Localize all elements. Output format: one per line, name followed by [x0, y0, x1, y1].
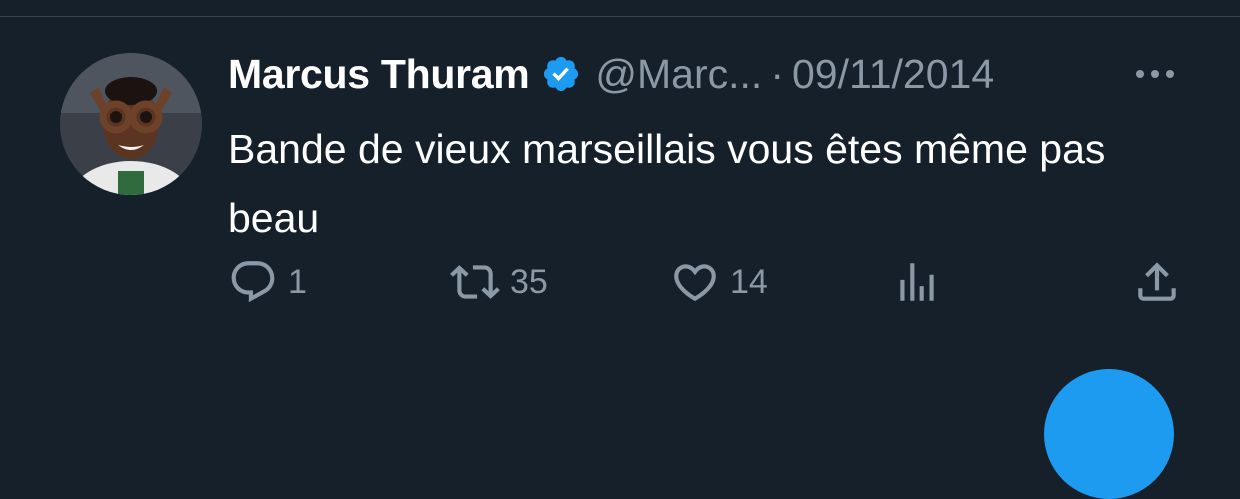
views-button[interactable] — [892, 257, 942, 307]
author-name[interactable]: Marcus Thuram — [228, 51, 530, 98]
like-count: 14 — [730, 262, 768, 301]
retweet-count: 35 — [510, 262, 548, 301]
more-options-button[interactable] — [1130, 62, 1180, 86]
share-button[interactable] — [1132, 257, 1182, 307]
retweet-button[interactable]: 35 — [450, 257, 548, 307]
tweet-actions: 1 35 14 — [228, 257, 1188, 307]
author-handle[interactable]: @Marc... — [595, 51, 762, 98]
share-icon — [1138, 262, 1176, 301]
tweet[interactable]: Marcus Thuram @Marc... · 09/11/2014 Band… — [0, 17, 1240, 413]
reply-count: 1 — [288, 262, 307, 301]
tweet-date[interactable]: 09/11/2014 — [792, 51, 994, 98]
tweet-text: Bande de vieux marseillais vous êtes mêm… — [228, 126, 1106, 241]
reply-button[interactable]: 1 — [228, 257, 307, 307]
heart-icon — [674, 264, 716, 302]
like-button[interactable]: 14 — [670, 257, 768, 307]
bar-chart-icon — [900, 263, 934, 301]
more-dots-icon — [1136, 70, 1174, 78]
avatar[interactable] — [60, 53, 202, 195]
separator-dot: · — [770, 50, 784, 97]
tweet-header: Marcus Thuram @Marc... · 09/11/2014 — [228, 49, 994, 99]
speech-bubble-icon — [231, 261, 275, 303]
retweet-icon — [450, 265, 500, 299]
verified-badge-icon — [541, 54, 581, 94]
compose-fab-button[interactable] — [1044, 369, 1174, 499]
